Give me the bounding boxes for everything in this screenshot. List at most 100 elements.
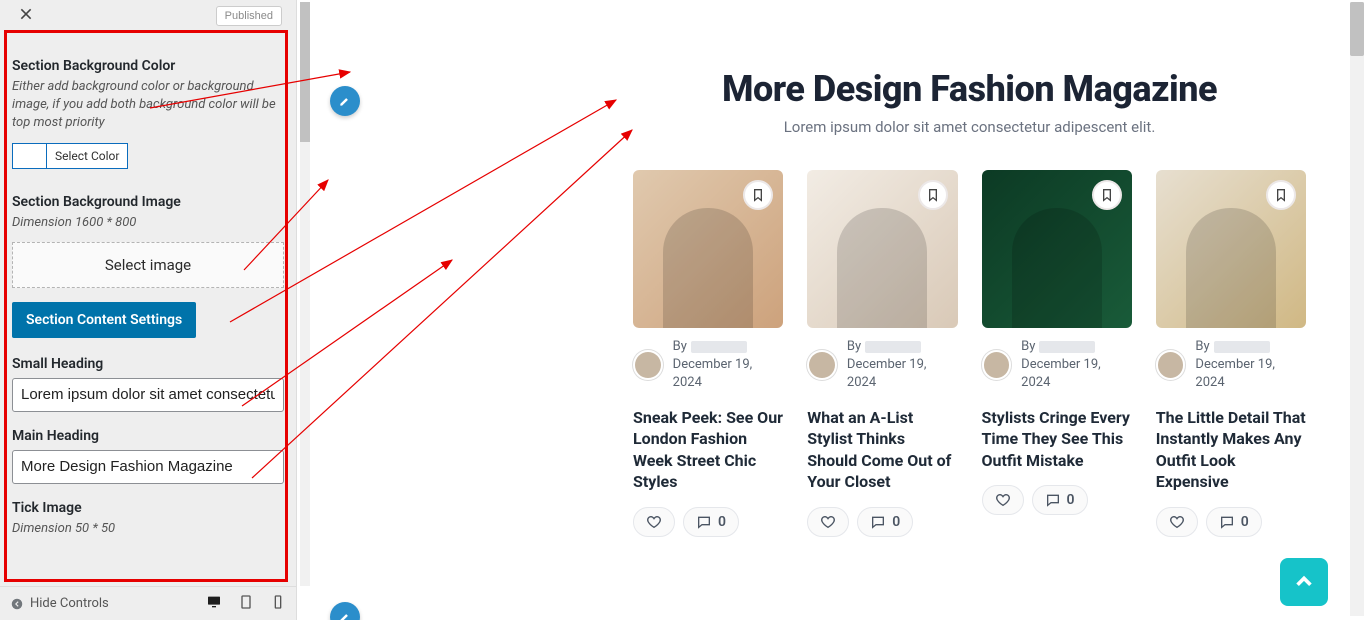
bookmark-icon[interactable] xyxy=(918,180,948,210)
comments-button[interactable]: 0 xyxy=(683,507,739,537)
bookmark-icon[interactable] xyxy=(1092,180,1122,210)
bookmark-icon[interactable] xyxy=(1266,180,1296,210)
section-bg-color-help: Either add background color or backgroun… xyxy=(12,78,284,133)
comments-count: 0 xyxy=(718,514,726,530)
close-icon[interactable] xyxy=(18,6,34,26)
preview-scrollbar-track xyxy=(1350,2,1364,616)
tick-image-help: Dimension 50 * 50 xyxy=(12,520,284,538)
post-date: December 19, 2024 xyxy=(673,357,753,390)
heart-icon xyxy=(820,514,836,530)
hero-title: More Design Fashion Magazine xyxy=(633,68,1306,110)
sidebar-footer: Hide Controls xyxy=(0,586,296,620)
mobile-icon xyxy=(270,594,286,610)
desktop-icon xyxy=(206,594,222,610)
section-content-settings-button[interactable]: Section Content Settings xyxy=(12,302,196,338)
card-engagement: 0 xyxy=(807,507,957,537)
author-name-redacted xyxy=(691,341,747,353)
by-label: By xyxy=(1195,338,1209,356)
like-button[interactable] xyxy=(633,507,675,537)
comment-icon xyxy=(870,514,886,530)
card-meta: By December 19, 2024 xyxy=(807,338,957,393)
card-title: Sneak Peek: See Our London Fashion Week … xyxy=(633,407,783,493)
select-color-button[interactable]: Select Color xyxy=(12,143,128,169)
chevron-up-icon xyxy=(1293,571,1315,593)
like-button[interactable] xyxy=(807,507,849,537)
card-engagement: 0 xyxy=(633,507,783,537)
device-mobile-button[interactable] xyxy=(270,594,286,614)
hero-subtitle: Lorem ipsum dolor sit amet consectetur a… xyxy=(633,118,1306,136)
card-title: What an A-List Stylist Thinks Should Com… xyxy=(807,407,957,493)
preview-stage: More Design Fashion Magazine Lorem ipsum… xyxy=(633,22,1306,620)
hide-controls-label: Hide Controls xyxy=(30,596,109,611)
by-label: By xyxy=(847,338,861,356)
small-heading-label: Small Heading xyxy=(12,356,284,372)
color-swatch xyxy=(13,144,47,168)
author-name-redacted xyxy=(1039,341,1095,353)
tablet-icon xyxy=(238,594,254,610)
post-card[interactable]: By December 19, 2024 What an A-List Styl… xyxy=(807,170,957,537)
comments-count: 0 xyxy=(1067,492,1075,508)
published-button[interactable]: Published xyxy=(216,6,282,26)
select-image-button[interactable]: Select image xyxy=(12,242,284,288)
comments-count: 0 xyxy=(892,514,900,530)
card-thumbnail xyxy=(633,170,783,328)
post-card[interactable]: By December 19, 2024 The Little Detail T… xyxy=(1156,170,1306,537)
device-switcher xyxy=(206,594,286,614)
small-heading-input[interactable] xyxy=(12,378,284,412)
post-card[interactable]: By December 19, 2024 Sneak Peek: See Our… xyxy=(633,170,783,537)
pencil-icon xyxy=(338,94,352,108)
by-label: By xyxy=(1021,338,1035,356)
heart-icon xyxy=(646,514,662,530)
pencil-icon xyxy=(338,610,352,620)
card-meta: By December 19, 2024 xyxy=(982,338,1132,393)
collapse-icon xyxy=(10,597,24,611)
like-button[interactable] xyxy=(1156,507,1198,537)
card-title: Stylists Cringe Every Time They See This… xyxy=(982,407,1132,472)
sidebar-scrollbar-thumb[interactable] xyxy=(300,2,310,142)
card-engagement: 0 xyxy=(982,485,1132,515)
card-thumbnail xyxy=(1156,170,1306,328)
preview-pane: More Design Fashion Magazine Lorem ipsum… xyxy=(297,0,1366,620)
author-by-line: By xyxy=(1021,338,1095,356)
comments-button[interactable]: 0 xyxy=(1032,485,1088,515)
post-card[interactable]: By December 19, 2024 Stylists Cringe Eve… xyxy=(982,170,1132,537)
comment-icon xyxy=(1219,514,1235,530)
heart-icon xyxy=(995,492,1011,508)
main-heading-input[interactable] xyxy=(12,450,284,484)
post-date: December 19, 2024 xyxy=(1021,357,1101,390)
author-avatar xyxy=(807,350,837,380)
author-name-redacted xyxy=(1214,341,1270,353)
customizer-panel: Section Background Color Either add back… xyxy=(0,32,296,538)
by-label: By xyxy=(673,338,687,356)
author-avatar xyxy=(633,350,663,380)
edit-shortcut-button[interactable] xyxy=(330,86,360,116)
author-name-redacted xyxy=(865,341,921,353)
device-tablet-button[interactable] xyxy=(238,594,254,614)
card-thumbnail xyxy=(807,170,957,328)
card-engagement: 0 xyxy=(1156,507,1306,537)
card-grid: By December 19, 2024 Sneak Peek: See Our… xyxy=(633,170,1306,537)
comments-count: 0 xyxy=(1241,514,1249,530)
hide-controls-button[interactable]: Hide Controls xyxy=(10,596,109,611)
author-by-line: By xyxy=(1195,338,1269,356)
select-color-label: Select Color xyxy=(47,144,127,168)
device-desktop-button[interactable] xyxy=(206,594,222,614)
tick-image-label: Tick Image xyxy=(12,500,284,516)
scroll-to-top-button[interactable] xyxy=(1280,558,1328,606)
author-by-line: By xyxy=(847,338,921,356)
comment-icon xyxy=(696,514,712,530)
section-bg-image-help: Dimension 1600 * 800 xyxy=(12,214,284,232)
post-date: December 19, 2024 xyxy=(847,357,927,390)
author-avatar xyxy=(982,350,1012,380)
section-bg-image-label: Section Background Image xyxy=(12,194,284,210)
main-heading-label: Main Heading xyxy=(12,428,284,444)
card-thumbnail xyxy=(982,170,1132,328)
comments-button[interactable]: 0 xyxy=(1206,507,1262,537)
section-bg-color-label: Section Background Color xyxy=(12,58,284,74)
author-avatar xyxy=(1156,350,1186,380)
like-button[interactable] xyxy=(982,485,1024,515)
preview-scrollbar-thumb[interactable] xyxy=(1350,2,1364,56)
workspace: Published Section Background Color Eithe… xyxy=(0,0,1366,620)
comments-button[interactable]: 0 xyxy=(857,507,913,537)
heart-icon xyxy=(1169,514,1185,530)
